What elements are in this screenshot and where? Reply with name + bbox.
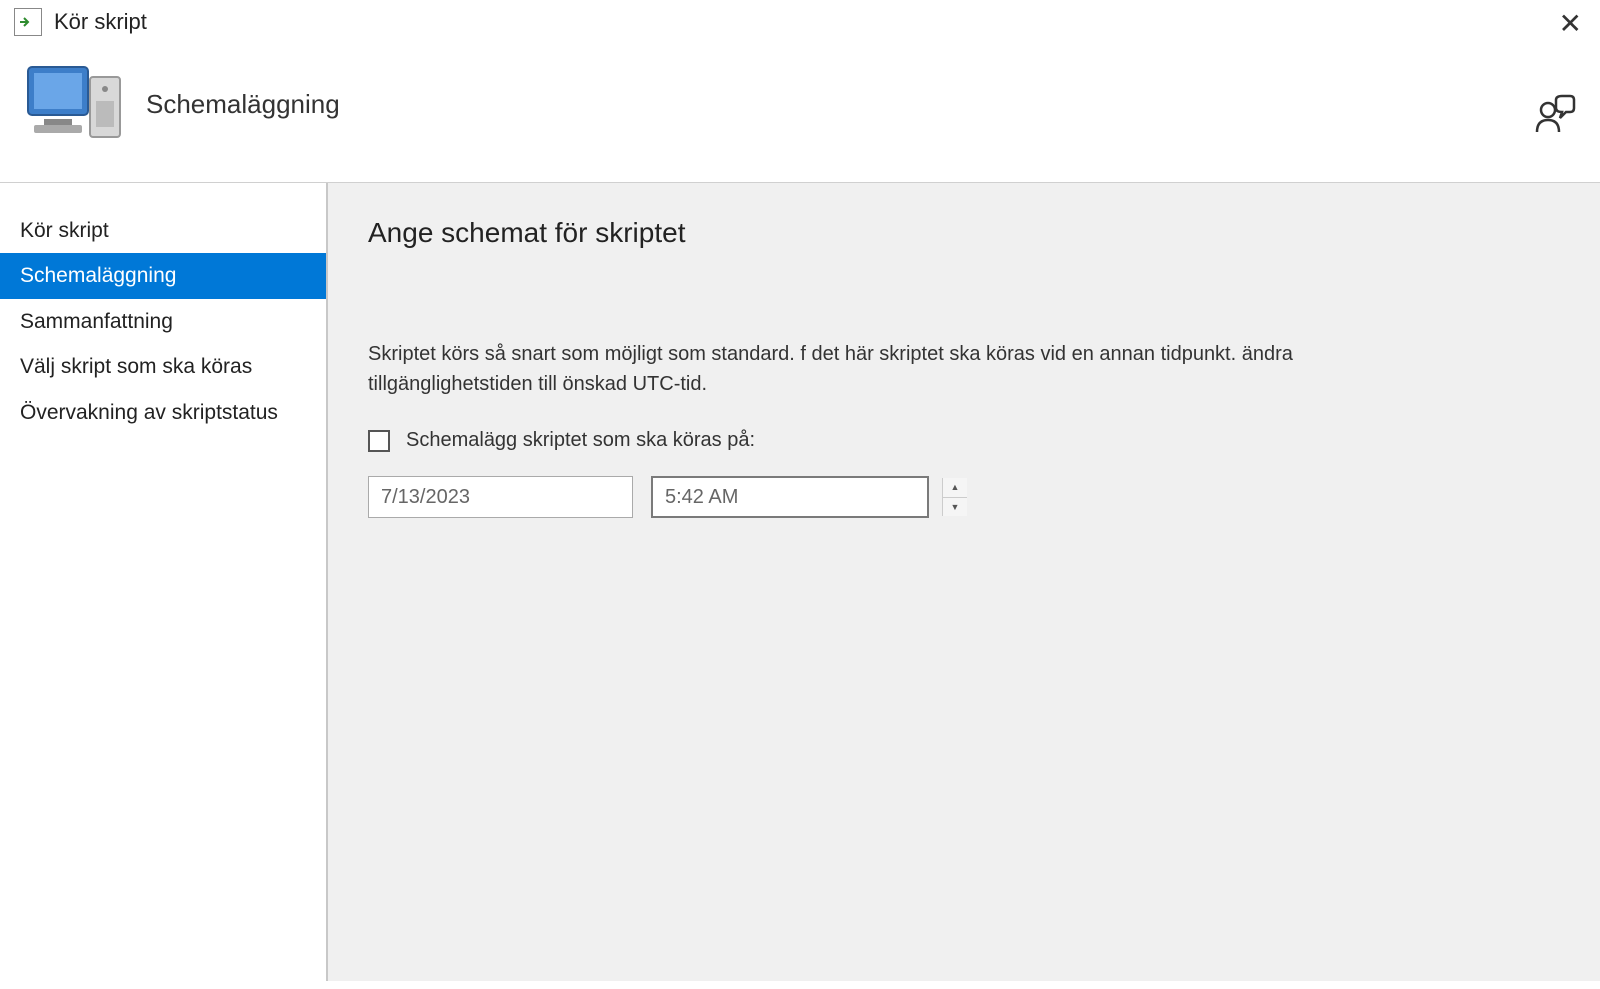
sidebar-item-run-script[interactable]: Kör skript — [0, 208, 326, 253]
titlebar: Kör skript ✕ — [0, 0, 1600, 44]
schedule-checkbox-row: Schemalägg skriptet som ska köras på: — [368, 429, 1560, 452]
sidebar-item-scheduling[interactable]: Schemaläggning — [0, 253, 326, 298]
sidebar-item-monitoring[interactable]: Övervakning av skriptstatus — [0, 390, 326, 435]
wizard-body: Kör skript Schemaläggning Sammanfattning… — [0, 182, 1600, 981]
time-input[interactable] — [653, 486, 942, 509]
time-field: ▲ ▼ — [651, 476, 929, 518]
time-spinner-down[interactable]: ▼ — [943, 498, 967, 517]
schedule-checkbox-label: Schemalägg skriptet som ska köras på: — [406, 429, 755, 452]
header: Schemaläggning — [0, 44, 1600, 182]
content-area: Ange schemat för skriptet Skriptet körs … — [328, 183, 1600, 981]
date-input[interactable] — [369, 486, 658, 509]
sidebar: Kör skript Schemaläggning Sammanfattning… — [0, 183, 328, 981]
sidebar-item-summary[interactable]: Sammanfattning — [0, 299, 326, 344]
window-title: Kör skript — [54, 9, 147, 35]
page-title: Schemaläggning — [146, 89, 340, 120]
schedule-checkbox[interactable] — [368, 430, 390, 452]
close-button[interactable]: ✕ — [1559, 10, 1582, 38]
content-description: Skriptet körs så snart som möjligt som s… — [368, 339, 1368, 399]
time-spinner-up[interactable]: ▲ — [943, 478, 967, 498]
app-icon — [14, 8, 42, 36]
datetime-row: ▼ ▲ ▼ — [368, 476, 1560, 518]
content-heading: Ange schemat för skriptet — [368, 217, 1560, 249]
wizard-icon — [20, 54, 130, 154]
time-spinner: ▲ ▼ — [942, 478, 967, 516]
feedback-icon[interactable] — [1534, 94, 1576, 139]
date-field: ▼ — [368, 476, 633, 518]
sidebar-item-select-script[interactable]: Välj skript som ska köras — [0, 344, 326, 389]
